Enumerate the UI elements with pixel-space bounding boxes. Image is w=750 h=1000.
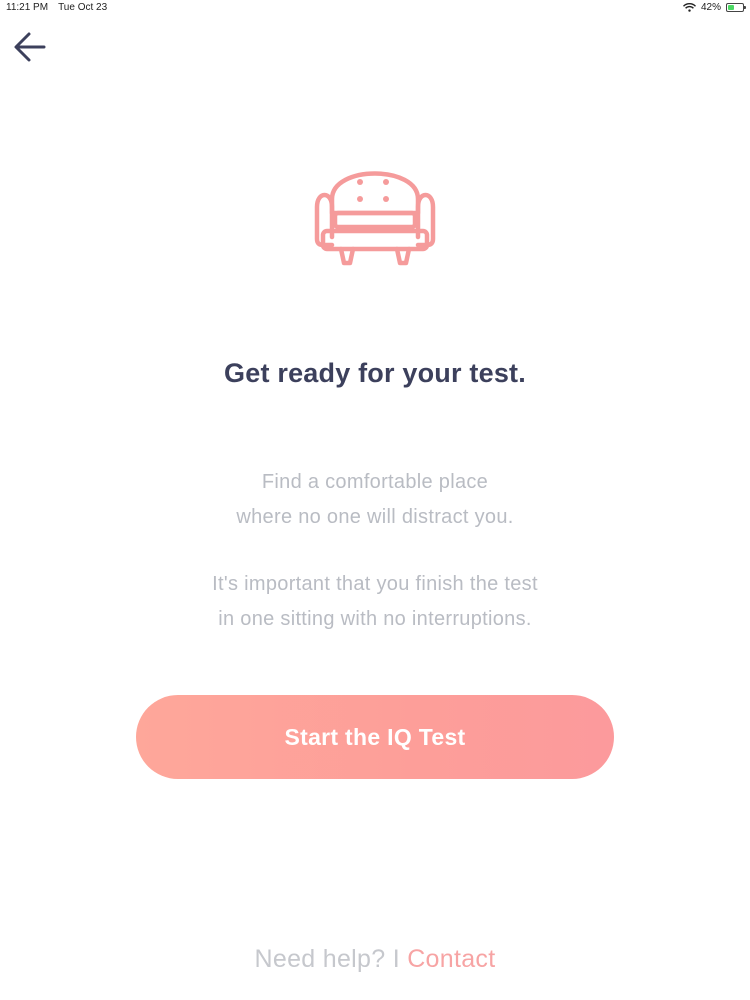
get-ready-screen: 11:21 PM Tue Oct 23 42% Get ready for yo… [0,0,750,1000]
footer: Need help? I Contact [0,945,750,974]
instruction-paragraph-1: Find a comfortable place where no one wi… [0,465,750,535]
help-text: Need help? [254,945,386,973]
start-test-button[interactable]: Start the IQ Test [136,695,614,779]
instruction-line: Find a comfortable place [261,471,489,493]
battery-icon [726,3,746,12]
footer-separator: I [392,945,400,973]
arrow-left-icon [14,32,46,62]
status-time: 11:21 PM [6,2,49,13]
instruction-line: where no one will distract you. [236,506,514,528]
page-title: Get ready for your test. [224,358,526,388]
instruction-line: in one sitting with no interruptions. [218,608,532,630]
back-button[interactable] [12,30,48,64]
armchair-icon [313,155,437,271]
status-bar: 11:21 PM Tue Oct 23 42% [0,0,750,16]
instruction-paragraph-2: It's important that you finish the test … [0,567,750,637]
contact-link[interactable]: Contact [407,945,495,973]
status-date: Tue Oct 23 [58,2,108,13]
battery-fill [728,5,734,10]
instruction-line: It's important that you finish the test [212,573,538,595]
wifi-icon [682,3,696,12]
battery-percent: 42% [700,2,721,13]
